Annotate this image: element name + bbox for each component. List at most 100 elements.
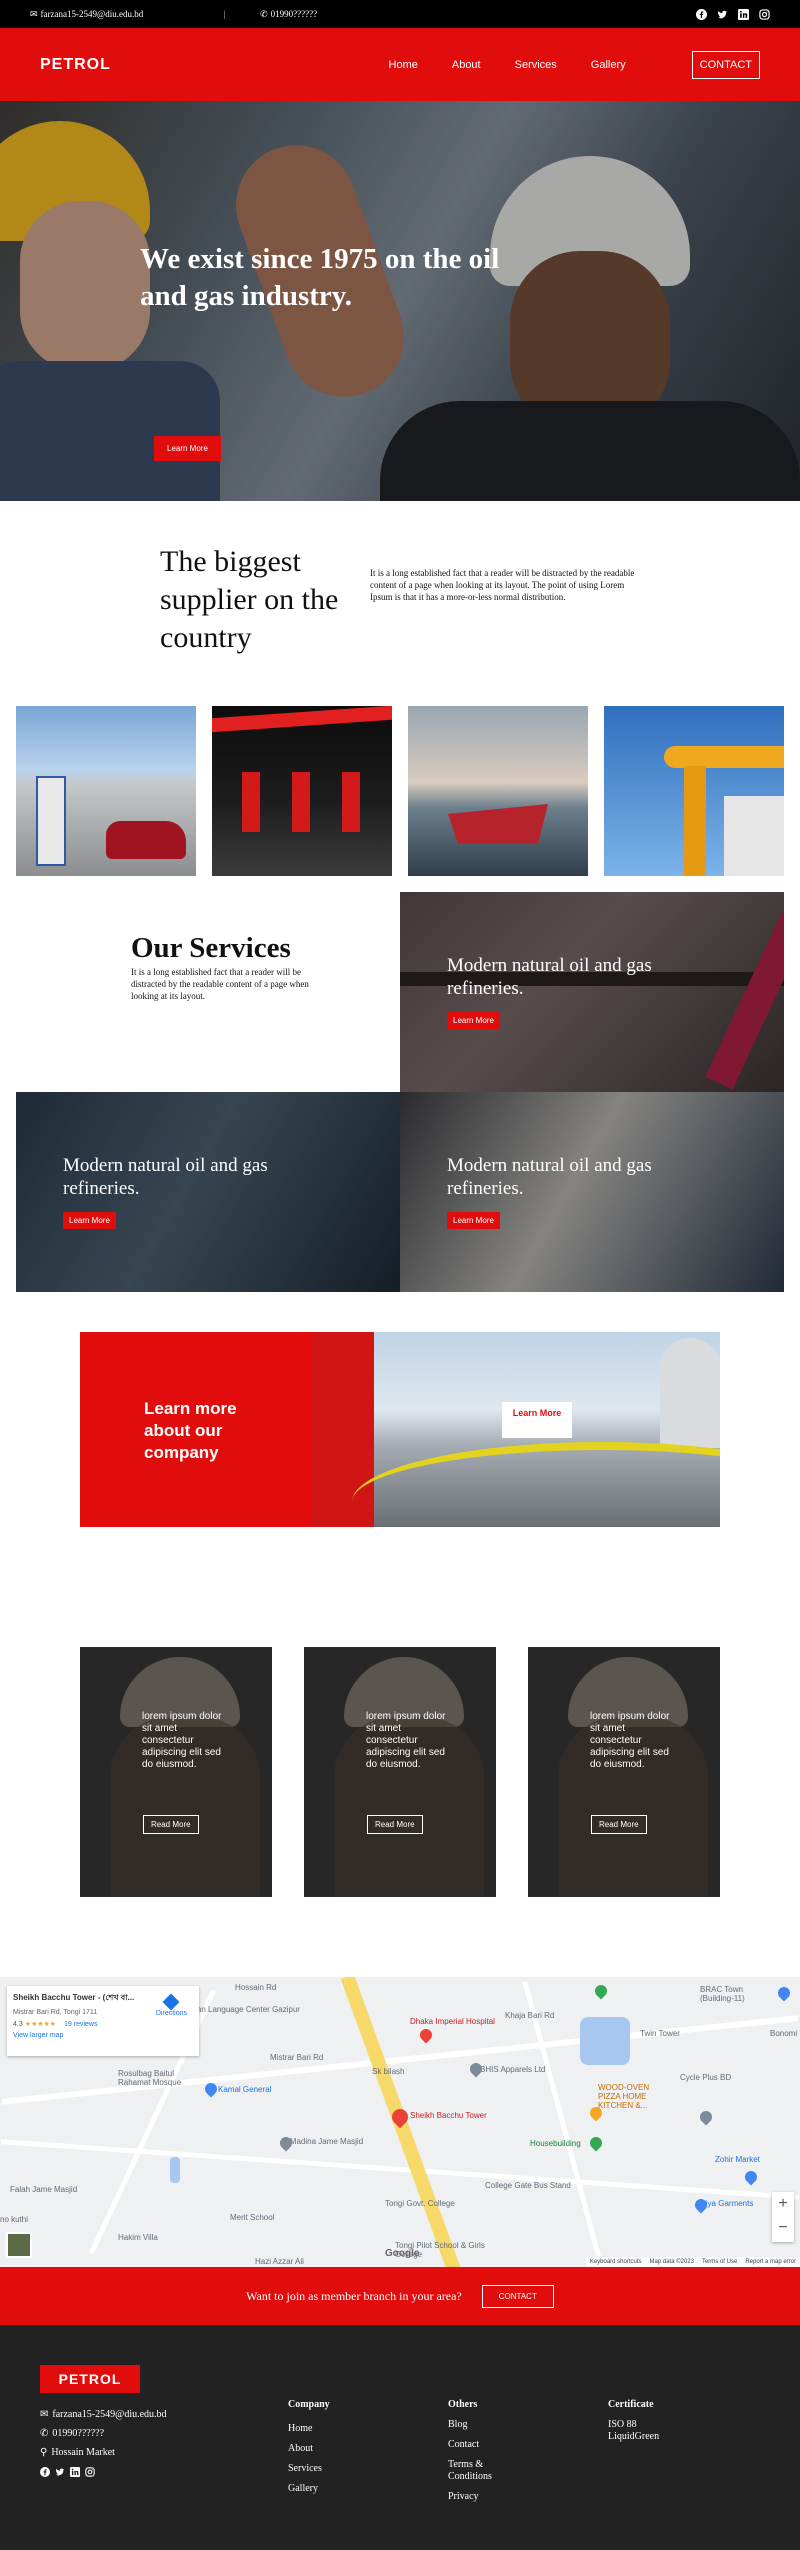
pipe-shape	[664, 746, 784, 768]
facebook-icon[interactable]	[40, 2465, 50, 2477]
footer-company-column: Company Home About Services Gallery	[288, 2395, 330, 2499]
nav-link-about[interactable]: About	[452, 59, 481, 71]
map-label: Hakim Villa	[118, 2233, 158, 2242]
card-text: lorem ipsum dolor sit amet consectetur a…	[366, 1711, 446, 1770]
hero-section: We exist since 1975 on the oil and gas i…	[0, 101, 800, 501]
footer-link-contact[interactable]: Contact	[448, 2439, 508, 2451]
map-label: Mistrar Bari Rd	[270, 2053, 324, 2062]
map-label: no kuthi	[0, 2215, 29, 2224]
footer-others-title: Others	[448, 2399, 478, 2410]
twitter-icon[interactable]	[55, 2465, 65, 2476]
read-more-button[interactable]: Read More	[143, 1815, 199, 1834]
twitter-icon[interactable]	[717, 9, 728, 20]
topbar-email[interactable]: ✉ farzana15-2549@diu.edu.bd	[30, 9, 143, 20]
linkedin-icon[interactable]	[70, 2465, 80, 2477]
facebook-icon[interactable]	[696, 8, 707, 20]
services-text: It is a long established fact that a rea…	[131, 967, 309, 1001]
map-label: WOOD-OVEN PIZZA HOME KITCHEN &...	[598, 2083, 650, 2110]
card-overlay	[528, 1647, 720, 1897]
footer-email[interactable]: ✉ farzana15-2549@diu.edu.bd	[40, 2405, 167, 2424]
footer-link-home[interactable]: Home	[288, 2419, 330, 2439]
pump-shape	[292, 772, 310, 832]
map-place-card: Sheikh Bacchu Tower - (শেখ বা... Mistrar…	[7, 1986, 199, 2056]
fuel-pump-shape	[36, 776, 66, 866]
map-reviews-link[interactable]: 19 reviews	[64, 2021, 97, 2028]
map-pin-icon[interactable]	[697, 2108, 715, 2126]
service-title: Modern natural oil and gas refineries.	[447, 955, 652, 999]
footer-address-text: Hossain Market	[51, 2447, 115, 2458]
map-rating-value: 4.3	[13, 2021, 23, 2028]
footer-link-blog[interactable]: Blog	[448, 2419, 508, 2431]
instagram-icon[interactable]	[85, 2465, 95, 2477]
footer-logo[interactable]: PETROL	[40, 2365, 140, 2393]
linkedin-icon[interactable]	[738, 8, 749, 20]
nav-contact-button[interactable]: CONTACT	[691, 50, 760, 79]
map-label: Rosulbag Baitul Rahamat Mosque	[118, 2069, 182, 2087]
footer-social	[40, 2465, 167, 2477]
footer-phone[interactable]: ✆ 01990??????	[40, 2424, 167, 2443]
card-text: lorem ipsum dolor sit amet consectetur a…	[142, 1711, 222, 1770]
read-more-button[interactable]: Read More	[591, 1815, 647, 1834]
footer-link-services[interactable]: Services	[288, 2459, 330, 2479]
footer-link-about[interactable]: About	[288, 2439, 330, 2459]
service-learn-more-button[interactable]: Learn More	[447, 1212, 500, 1229]
footer-link-terms[interactable]: Terms & Conditions	[448, 2459, 508, 2483]
footer-certificate-title: Certificate	[608, 2399, 654, 2410]
service-card-2: Modern natural oil and gas refineries. L…	[16, 1092, 400, 1292]
join-contact-button[interactable]: CONTACT	[481, 2284, 554, 2308]
directions-label: Directions	[155, 2010, 187, 2017]
report-error-link[interactable]: Report a map error	[745, 2259, 796, 2265]
map-label: Zohir Market	[715, 2155, 760, 2164]
keyboard-shortcuts-link[interactable]: Keyboard shortcuts	[590, 2259, 642, 2265]
map-label: Merit School	[230, 2213, 275, 2222]
info-card: lorem ipsum dolor sit amet consectetur a…	[304, 1647, 496, 1897]
zoom-out-button[interactable]: −	[772, 2216, 794, 2240]
instagram-icon[interactable]	[759, 8, 770, 20]
nav-link-gallery[interactable]: Gallery	[591, 59, 626, 71]
nav-link-services[interactable]: Services	[515, 59, 557, 71]
map-pin-icon[interactable]	[467, 2060, 485, 2078]
map-pin-icon[interactable]	[775, 1984, 793, 2002]
site-logo[interactable]: PETROL	[40, 56, 111, 74]
red-car-shape	[106, 821, 186, 859]
map-pin-icon[interactable]	[742, 2168, 760, 2186]
embedded-map[interactable]: Korean Language Center Gazipur Dhaka Imp…	[0, 1977, 800, 2267]
road-curve-shape	[352, 1442, 720, 1527]
topbar: ✉ farzana15-2549@diu.edu.bd | ✆ 01990???…	[0, 0, 800, 28]
learn-more-title: Learn more about our company	[144, 1399, 237, 1462]
station-canopy-shape	[212, 706, 392, 733]
map-pin-icon[interactable]	[417, 2026, 435, 2044]
learn-more-photo: Learn More	[312, 1332, 720, 1527]
card-overlay	[80, 1647, 272, 1897]
footer-others-column: Others Blog Contact Terms & Conditions P…	[448, 2395, 508, 2511]
service-card-1: Modern natural oil and gas refineries. L…	[400, 892, 784, 1092]
service-learn-more-button[interactable]: Learn More	[447, 1012, 500, 1029]
map-label: Al-Madina Jame Masjid	[280, 2137, 364, 2146]
service-title: Modern natural oil and gas refineries.	[63, 1155, 268, 1199]
supplier-text: It is a long established fact that a rea…	[370, 568, 635, 602]
map-label: Kamal General	[218, 2085, 272, 2094]
learn-more-button[interactable]: Learn More	[502, 1402, 572, 1438]
read-more-button[interactable]: Read More	[367, 1815, 423, 1834]
tank-shape	[660, 1338, 720, 1448]
service-learn-more-button[interactable]: Learn More	[63, 1212, 116, 1229]
satellite-toggle-button[interactable]	[6, 2232, 32, 2258]
map-pin-icon[interactable]	[587, 2134, 605, 2152]
map-place-rating: 4.3 ★★★★★ 19 reviews	[13, 2020, 193, 2028]
view-larger-map-link[interactable]: View larger map	[13, 2032, 193, 2039]
nav-link-home[interactable]: Home	[389, 59, 418, 71]
zoom-in-button[interactable]: +	[772, 2192, 794, 2216]
map-pin-icon[interactable]	[592, 1982, 610, 2000]
directions-button[interactable]: Directions	[155, 1993, 187, 2017]
hero-learn-more-button[interactable]: Learn More	[154, 436, 221, 461]
google-logo: Google	[385, 2248, 420, 2259]
topbar-phone[interactable]: ✆ 01990??????	[260, 9, 317, 20]
envelope-icon: ✉	[30, 8, 38, 19]
footer-link-gallery[interactable]: Gallery	[288, 2479, 330, 2499]
topbar-separator: |	[223, 9, 226, 19]
hero-headline: We exist since 1975 on the oil and gas i…	[140, 243, 500, 312]
footer-link-privacy[interactable]: Privacy	[448, 2491, 508, 2503]
map-label: Tongi Govt. College	[385, 2199, 455, 2208]
star-icon: ★★★★★	[24, 2021, 57, 2028]
terms-link[interactable]: Terms of Use	[702, 2259, 737, 2265]
